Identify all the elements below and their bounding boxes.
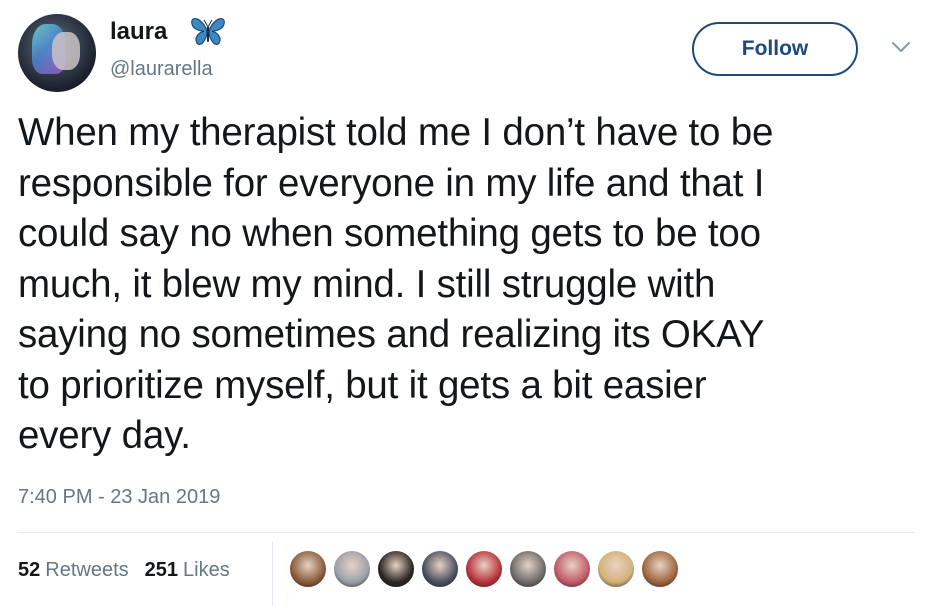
liker-avatar-1[interactable] <box>288 549 328 589</box>
avatar-face <box>52 32 80 70</box>
liker-avatar-3[interactable] <box>376 549 416 589</box>
follow-button[interactable]: Follow <box>692 22 858 76</box>
butterfly-icon <box>191 18 225 45</box>
likes-label: Likes <box>183 559 230 581</box>
author-name[interactable]: laura <box>110 18 167 46</box>
retweets-count: 52 <box>18 559 41 581</box>
liker-avatar-8[interactable] <box>596 549 636 589</box>
liker-avatar-7[interactable] <box>552 549 592 589</box>
retweets-stat[interactable]: 52 Retweets <box>18 559 129 582</box>
divider <box>18 532 914 533</box>
liker-avatar-5[interactable] <box>464 549 504 589</box>
chevron-down-icon[interactable] <box>890 38 912 56</box>
liker-avatar-6[interactable] <box>508 549 548 589</box>
tweet-timestamp[interactable]: 7:40 PM - 23 Jan 2019 <box>18 486 220 509</box>
likes-stat[interactable]: 251 Likes <box>145 559 230 582</box>
tweet-text: When my therapist told me I don’t have t… <box>18 111 774 457</box>
likes-count: 251 <box>144 559 178 581</box>
stats-separator <box>272 542 273 606</box>
liker-avatar-4[interactable] <box>420 549 460 589</box>
author-avatar[interactable] <box>18 14 96 92</box>
liker-avatar-2[interactable] <box>332 549 372 589</box>
retweets-label: Retweets <box>45 559 129 581</box>
tweet-stats: 52 Retweets 251 Likes <box>18 559 230 582</box>
author-handle[interactable]: @laurarella <box>110 58 213 81</box>
liker-avatars <box>288 549 680 589</box>
liker-avatar-9[interactable] <box>640 549 680 589</box>
